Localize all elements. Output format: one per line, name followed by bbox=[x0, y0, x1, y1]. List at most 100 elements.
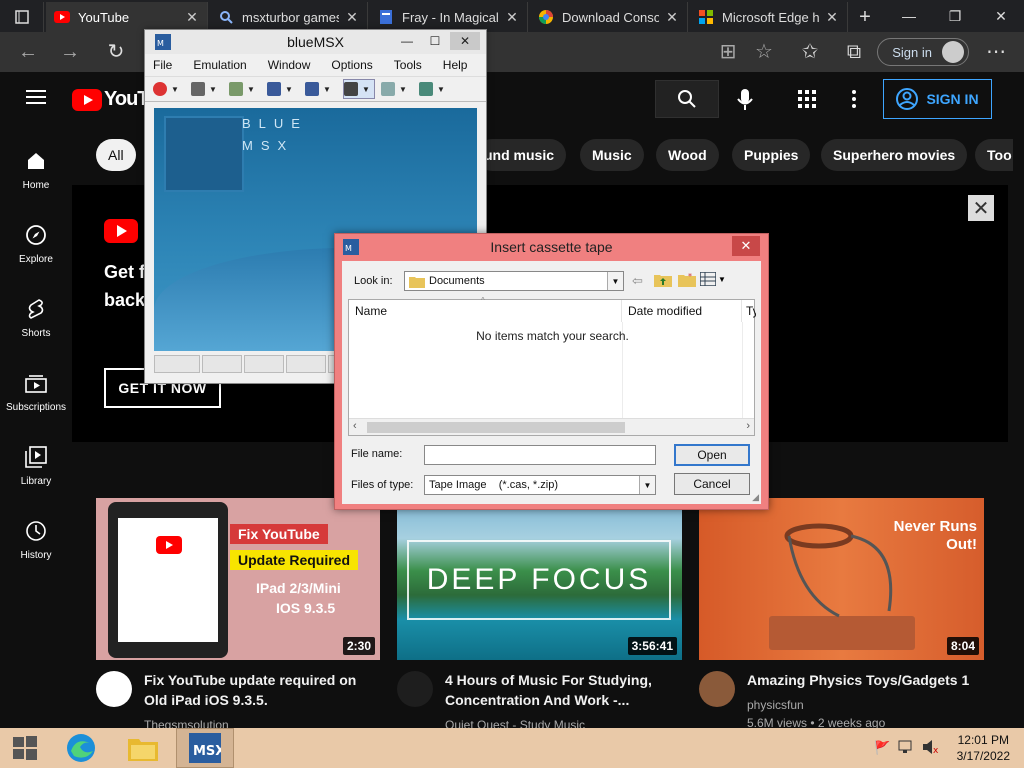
column-header-name[interactable]: Name ^ bbox=[349, 296, 622, 322]
up-folder-icon[interactable] bbox=[654, 272, 672, 292]
hamburger-menu-icon[interactable] bbox=[26, 89, 46, 110]
volume-muted-icon[interactable]: x bbox=[922, 739, 940, 760]
cancel-button[interactable]: Cancel bbox=[674, 473, 750, 495]
column-header-date-modified[interactable]: Date modified bbox=[622, 300, 742, 322]
video-title[interactable]: Fix YouTube update required on Old iPad … bbox=[144, 670, 369, 710]
sidebar-item-history[interactable]: History bbox=[0, 518, 72, 561]
cassette-button[interactable]: ▼ bbox=[343, 79, 375, 99]
new-tab-button[interactable]: + bbox=[850, 2, 880, 32]
menu-file[interactable]: File bbox=[153, 58, 172, 72]
apps-grid-icon[interactable] bbox=[798, 90, 816, 113]
chip-more[interactable]: Too bbox=[975, 139, 1013, 171]
taskbar-file-explorer[interactable] bbox=[114, 728, 172, 768]
view-menu-icon[interactable]: ▼ bbox=[700, 272, 726, 286]
taskbar-bluemsx[interactable]: MSX bbox=[176, 728, 234, 768]
network-icon[interactable] bbox=[898, 739, 916, 760]
dialog-titlebar[interactable]: M Insert cassette tape ✕ bbox=[335, 234, 768, 260]
microphone-icon[interactable] bbox=[735, 88, 755, 117]
close-icon[interactable]: ✕ bbox=[505, 9, 519, 26]
refresh-icon[interactable]: ↻ bbox=[104, 40, 128, 64]
chip-wood[interactable]: Wood bbox=[656, 139, 719, 171]
minimize-icon[interactable]: — bbox=[394, 32, 420, 50]
action-center-flag-icon[interactable]: 🚩 bbox=[874, 740, 890, 756]
scroll-right-icon[interactable]: › bbox=[746, 420, 750, 432]
menu-tools[interactable]: Tools bbox=[394, 58, 422, 72]
reset-button[interactable]: ▼ bbox=[153, 79, 185, 99]
look-in-dropdown[interactable]: Documents ▼ bbox=[404, 271, 624, 291]
tab-youtube[interactable]: YouTube ✕ bbox=[46, 2, 208, 32]
sidebar-item-subscriptions[interactable]: Subscriptions bbox=[0, 370, 72, 413]
close-icon[interactable]: ✕ bbox=[345, 9, 359, 26]
cartridge-button[interactable]: ▼ bbox=[191, 79, 223, 99]
filename-input[interactable] bbox=[424, 445, 656, 465]
close-icon[interactable]: ✕ bbox=[665, 9, 679, 26]
tab-download-conso[interactable]: Download Conso ✕ bbox=[530, 2, 688, 32]
menu-window[interactable]: Window bbox=[268, 58, 311, 72]
bluemsx-titlebar[interactable]: M blueMSX — ☐ ✕ bbox=[145, 30, 486, 54]
tab-fray[interactable]: Fray - In Magical ✕ bbox=[370, 2, 528, 32]
video-title[interactable]: Amazing Physics Toys/Gadgets 1 bbox=[747, 670, 977, 690]
back-icon[interactable]: ← bbox=[16, 40, 40, 64]
video-thumbnail-3[interactable]: Never Runs Out! 8:04 bbox=[699, 498, 984, 660]
sidebar-item-home[interactable]: Home bbox=[0, 148, 72, 191]
file-list[interactable]: Name ^ Date modified Ty No items match y… bbox=[348, 296, 756, 436]
close-window-icon[interactable]: ✕ bbox=[978, 0, 1024, 32]
video-thumbnail-2[interactable]: DEEP FOCUS 3:56:41 bbox=[397, 498, 682, 660]
open-button[interactable]: Open bbox=[674, 444, 750, 466]
channel-avatar[interactable] bbox=[96, 671, 132, 707]
resize-grip-icon[interactable]: ◢ bbox=[752, 492, 759, 503]
window-mode-button[interactable]: ▼ bbox=[381, 79, 413, 99]
video-title[interactable]: 4 Hours of Music For Studying, Concentra… bbox=[445, 670, 670, 710]
close-icon[interactable]: ✕ bbox=[825, 9, 839, 26]
back-arrow-icon[interactable]: ⇦ bbox=[632, 273, 643, 289]
scrollbar-thumb[interactable] bbox=[367, 422, 625, 433]
menu-help[interactable]: Help bbox=[443, 58, 468, 72]
disk-a-button[interactable]: ▼ bbox=[267, 79, 299, 99]
more-icon[interactable]: ⋯ bbox=[984, 40, 1008, 64]
cartridge2-button[interactable]: ▼ bbox=[229, 79, 261, 99]
browser-signin-button[interactable]: Sign in bbox=[877, 38, 969, 66]
properties-button[interactable]: ▼ bbox=[419, 79, 451, 99]
channel-name[interactable]: physicsfun bbox=[747, 698, 804, 712]
chip-superhero-movies[interactable]: Superhero movies bbox=[821, 139, 968, 171]
close-icon[interactable]: ✕ bbox=[185, 9, 199, 26]
favorites-icon[interactable]: ✩ bbox=[798, 40, 822, 64]
sidebar-item-shorts[interactable]: Shorts bbox=[0, 296, 72, 339]
system-clock[interactable]: 12:01 PM 3/17/2022 bbox=[957, 732, 1010, 764]
tab-msxturbor[interactable]: msxturbor games ✕ bbox=[210, 2, 368, 32]
disk-b-button[interactable]: ▼ bbox=[305, 79, 337, 99]
menu-emulation[interactable]: Emulation bbox=[193, 58, 246, 72]
chip-sound-music[interactable]: und music bbox=[476, 139, 567, 171]
sidebar-item-explore[interactable]: Explore bbox=[0, 222, 72, 265]
chip-puppies[interactable]: Puppies bbox=[732, 139, 811, 171]
channel-avatar[interactable] bbox=[699, 671, 735, 707]
youtube-signin-button[interactable]: SIGN IN bbox=[883, 79, 992, 119]
apps-icon[interactable]: ⊞ bbox=[716, 40, 740, 64]
taskbar-edge[interactable] bbox=[52, 728, 110, 768]
tab-edge-help[interactable]: Microsoft Edge h ✕ bbox=[690, 2, 848, 32]
collections-icon[interactable]: ⧉ bbox=[842, 40, 866, 64]
tab-actions-icon[interactable] bbox=[0, 2, 44, 32]
horizontal-scrollbar[interactable]: ‹ › bbox=[349, 418, 754, 435]
channel-avatar[interactable] bbox=[397, 671, 433, 707]
minimize-icon[interactable]: — bbox=[886, 0, 932, 32]
sidebar-item-library[interactable]: Library bbox=[0, 444, 72, 487]
chip-all[interactable]: All bbox=[96, 139, 136, 171]
add-favorite-icon[interactable]: ☆ bbox=[752, 40, 776, 64]
settings-dots-icon[interactable] bbox=[851, 89, 857, 114]
scroll-left-icon[interactable]: ‹ bbox=[353, 420, 357, 432]
new-folder-icon[interactable]: * bbox=[678, 272, 696, 292]
video-thumbnail-1[interactable]: Fix YouTube Update Required IPad 2/3/Min… bbox=[96, 498, 380, 660]
chip-music[interactable]: Music bbox=[580, 139, 644, 171]
menu-options[interactable]: Options bbox=[331, 58, 372, 72]
forward-icon[interactable]: → bbox=[58, 40, 82, 64]
close-icon[interactable]: ✕ bbox=[732, 236, 760, 256]
start-button[interactable] bbox=[0, 728, 50, 768]
close-icon[interactable]: ✕ bbox=[968, 195, 994, 221]
search-button[interactable] bbox=[655, 80, 719, 118]
filetype-dropdown[interactable]: Tape Image (*.cas, *.zip) ▼ bbox=[424, 475, 656, 495]
restore-icon[interactable]: ❐ bbox=[932, 0, 978, 32]
close-icon[interactable]: ✕ bbox=[450, 32, 480, 50]
column-header-type[interactable]: Ty bbox=[742, 300, 756, 322]
maximize-icon[interactable]: ☐ bbox=[422, 32, 448, 50]
